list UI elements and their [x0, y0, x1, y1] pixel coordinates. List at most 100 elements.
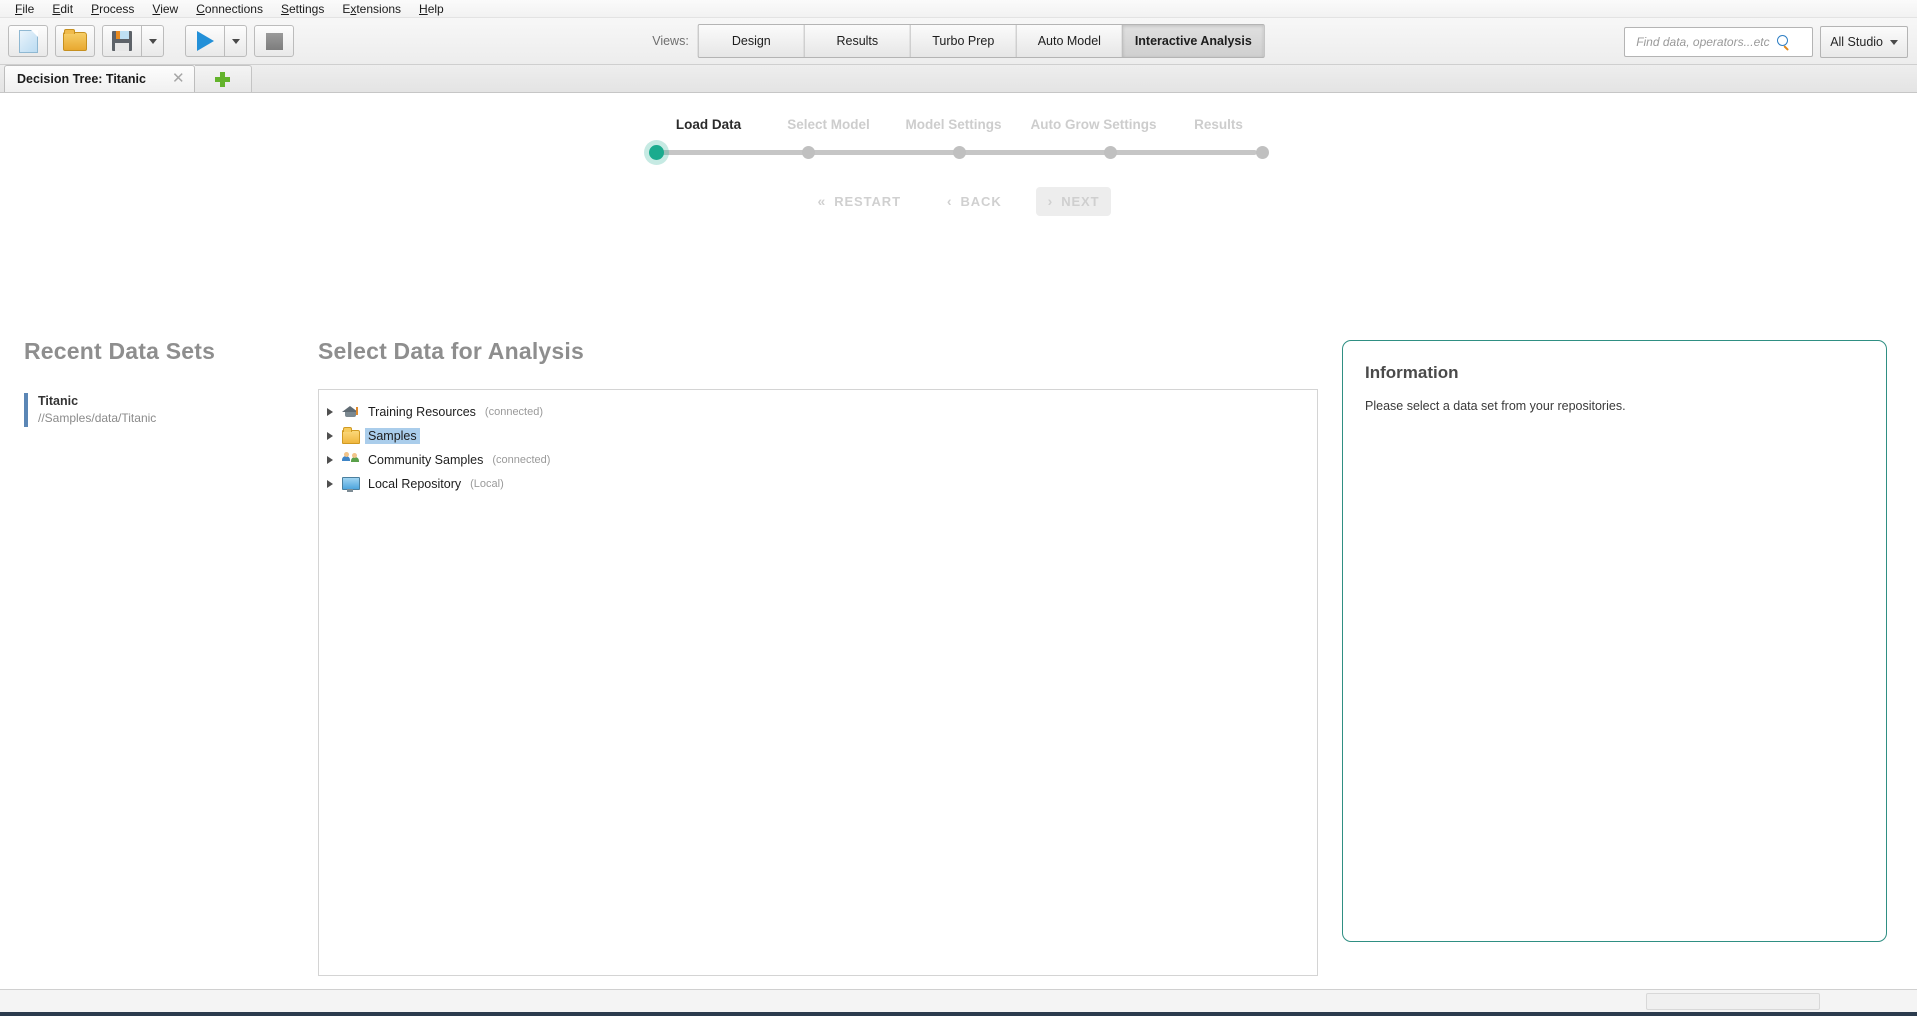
- menu-view[interactable]: View: [143, 1, 187, 17]
- wizard-stepper: Load Data Select Model Model Settings Au…: [649, 93, 1269, 216]
- restart-button[interactable]: « RESTART: [806, 187, 913, 216]
- views-switcher: Views: Design Results Turbo Prep Auto Mo…: [652, 24, 1265, 58]
- window-bottom-edge: [0, 1012, 1917, 1016]
- repository-tree[interactable]: Training Resources (connected) Samples: [318, 389, 1318, 976]
- global-search-area: All Studio: [1624, 26, 1908, 58]
- chevron-down-icon: [232, 39, 240, 44]
- step-label-select-model[interactable]: Select Model: [769, 117, 889, 132]
- search-input[interactable]: [1634, 34, 1776, 50]
- view-tab-turbo-prep[interactable]: Turbo Prep: [911, 25, 1017, 57]
- plus-icon: [215, 72, 230, 87]
- restart-label: RESTART: [834, 194, 901, 209]
- recent-data-sets-list: Titanic //Samples/data/Titanic: [24, 393, 304, 427]
- step-label-auto-grow-settings[interactable]: Auto Grow Settings: [1019, 117, 1169, 132]
- chevron-right-icon[interactable]: [327, 480, 333, 488]
- run-process-button[interactable]: [185, 25, 224, 57]
- select-data-panel: Select Data for Analysis Training Resour…: [318, 338, 1318, 989]
- tree-row-local-repository[interactable]: Local Repository (Local): [319, 472, 1317, 496]
- toolbar-file-group: [8, 25, 301, 57]
- chevron-right-icon[interactable]: [327, 456, 333, 464]
- folder-icon: [342, 428, 359, 444]
- recent-item-name: Titanic: [38, 394, 304, 408]
- information-title: Information: [1365, 363, 1864, 383]
- chevron-right-icon[interactable]: [327, 432, 333, 440]
- select-data-heading: Select Data for Analysis: [318, 338, 1318, 365]
- tree-row-samples[interactable]: Samples: [319, 424, 1317, 448]
- step-label-load-data[interactable]: Load Data: [649, 117, 769, 132]
- search-scope-dropdown[interactable]: All Studio: [1820, 26, 1908, 58]
- status-bar: [0, 989, 1917, 1012]
- save-process-split-button: [102, 25, 164, 57]
- view-tab-interactive-analysis[interactable]: Interactive Analysis: [1123, 25, 1264, 57]
- stop-icon: [266, 33, 283, 50]
- menu-extensions[interactable]: Extensions: [333, 1, 410, 17]
- step-dot-select-model[interactable]: [802, 146, 815, 159]
- run-dropdown-button[interactable]: [224, 25, 247, 57]
- status-progress-widget: [1646, 993, 1820, 1010]
- information-panel: Information Please select a data set fro…: [1342, 338, 1887, 942]
- tree-status: (connected): [492, 454, 550, 466]
- recent-item-titanic[interactable]: Titanic //Samples/data/Titanic: [24, 393, 304, 427]
- step-dot-auto-grow-settings[interactable]: [1104, 146, 1117, 159]
- close-icon[interactable]: ✕: [172, 73, 185, 85]
- wizard-dots: [649, 141, 1269, 163]
- chevron-right-icon[interactable]: [327, 408, 333, 416]
- information-box: Information Please select a data set fro…: [1342, 340, 1887, 942]
- menu-settings[interactable]: Settings: [272, 1, 333, 17]
- rapidminer-studio-window: File Edit Process View Connections Setti…: [0, 0, 1917, 1016]
- step-dot-model-settings[interactable]: [953, 146, 966, 159]
- chevron-left-icon: ‹: [947, 195, 953, 208]
- menu-process[interactable]: Process: [82, 1, 143, 17]
- open-process-button[interactable]: [55, 25, 95, 57]
- back-label: BACK: [960, 194, 1001, 209]
- tab-title: Decision Tree: Titanic: [17, 72, 146, 86]
- tree-label: Samples: [365, 428, 420, 444]
- save-dropdown-button[interactable]: [141, 25, 164, 57]
- search-scope-label: All Studio: [1830, 35, 1883, 49]
- tree-label: Community Samples: [365, 452, 486, 468]
- save-process-button[interactable]: [102, 25, 141, 57]
- tree-row-training-resources[interactable]: Training Resources (connected): [319, 400, 1317, 424]
- menu-help[interactable]: Help: [410, 1, 453, 17]
- step-label-results[interactable]: Results: [1169, 117, 1269, 132]
- recent-data-sets-panel: Recent Data Sets Titanic //Samples/data/…: [24, 338, 304, 427]
- stop-process-button[interactable]: [254, 25, 294, 57]
- tree-status: (Local): [470, 478, 504, 490]
- tab-decision-tree-titanic[interactable]: Decision Tree: Titanic ✕: [4, 65, 195, 92]
- view-tab-design[interactable]: Design: [699, 25, 805, 57]
- new-process-button[interactable]: [8, 25, 48, 57]
- next-button[interactable]: › NEXT: [1036, 187, 1112, 216]
- tree-row-community-samples[interactable]: Community Samples (connected): [319, 448, 1317, 472]
- view-tab-results[interactable]: Results: [805, 25, 911, 57]
- step-dot-results[interactable]: [1256, 146, 1269, 159]
- menu-file[interactable]: File: [6, 1, 43, 17]
- menu-connections[interactable]: Connections: [187, 1, 272, 17]
- interactive-analysis-body: Load Data Select Model Model Settings Au…: [0, 93, 1917, 989]
- tree-label: Local Repository: [365, 476, 464, 492]
- save-floppy-icon: [112, 31, 132, 51]
- search-icon[interactable]: [1776, 35, 1791, 50]
- double-chevron-left-icon: «: [818, 195, 827, 208]
- graduation-cap-icon: [342, 404, 359, 420]
- recent-data-sets-heading: Recent Data Sets: [24, 338, 304, 365]
- menu-edit[interactable]: Edit: [43, 1, 82, 17]
- wizard-step-labels: Load Data Select Model Model Settings Au…: [649, 117, 1269, 132]
- back-button[interactable]: ‹ BACK: [935, 187, 1014, 216]
- run-split-button: [185, 25, 247, 57]
- search-box[interactable]: [1624, 27, 1813, 57]
- new-document-icon: [19, 30, 38, 53]
- chevron-down-icon: [149, 39, 157, 44]
- views-tab-group: Design Results Turbo Prep Auto Model Int…: [698, 24, 1265, 58]
- information-message: Please select a data set from your repos…: [1365, 399, 1864, 413]
- chevron-right-icon: ›: [1048, 195, 1054, 208]
- tree-status: (connected): [485, 406, 543, 418]
- recent-item-path: //Samples/data/Titanic: [38, 411, 304, 425]
- step-label-model-settings[interactable]: Model Settings: [889, 117, 1019, 132]
- run-play-icon: [197, 31, 214, 51]
- next-label: NEXT: [1061, 194, 1099, 209]
- view-tab-auto-model[interactable]: Auto Model: [1017, 25, 1123, 57]
- document-tab-strip: Decision Tree: Titanic ✕: [0, 65, 1917, 93]
- step-dot-load-data[interactable]: [649, 145, 664, 160]
- people-icon: [342, 452, 359, 468]
- new-tab-button[interactable]: [195, 65, 252, 92]
